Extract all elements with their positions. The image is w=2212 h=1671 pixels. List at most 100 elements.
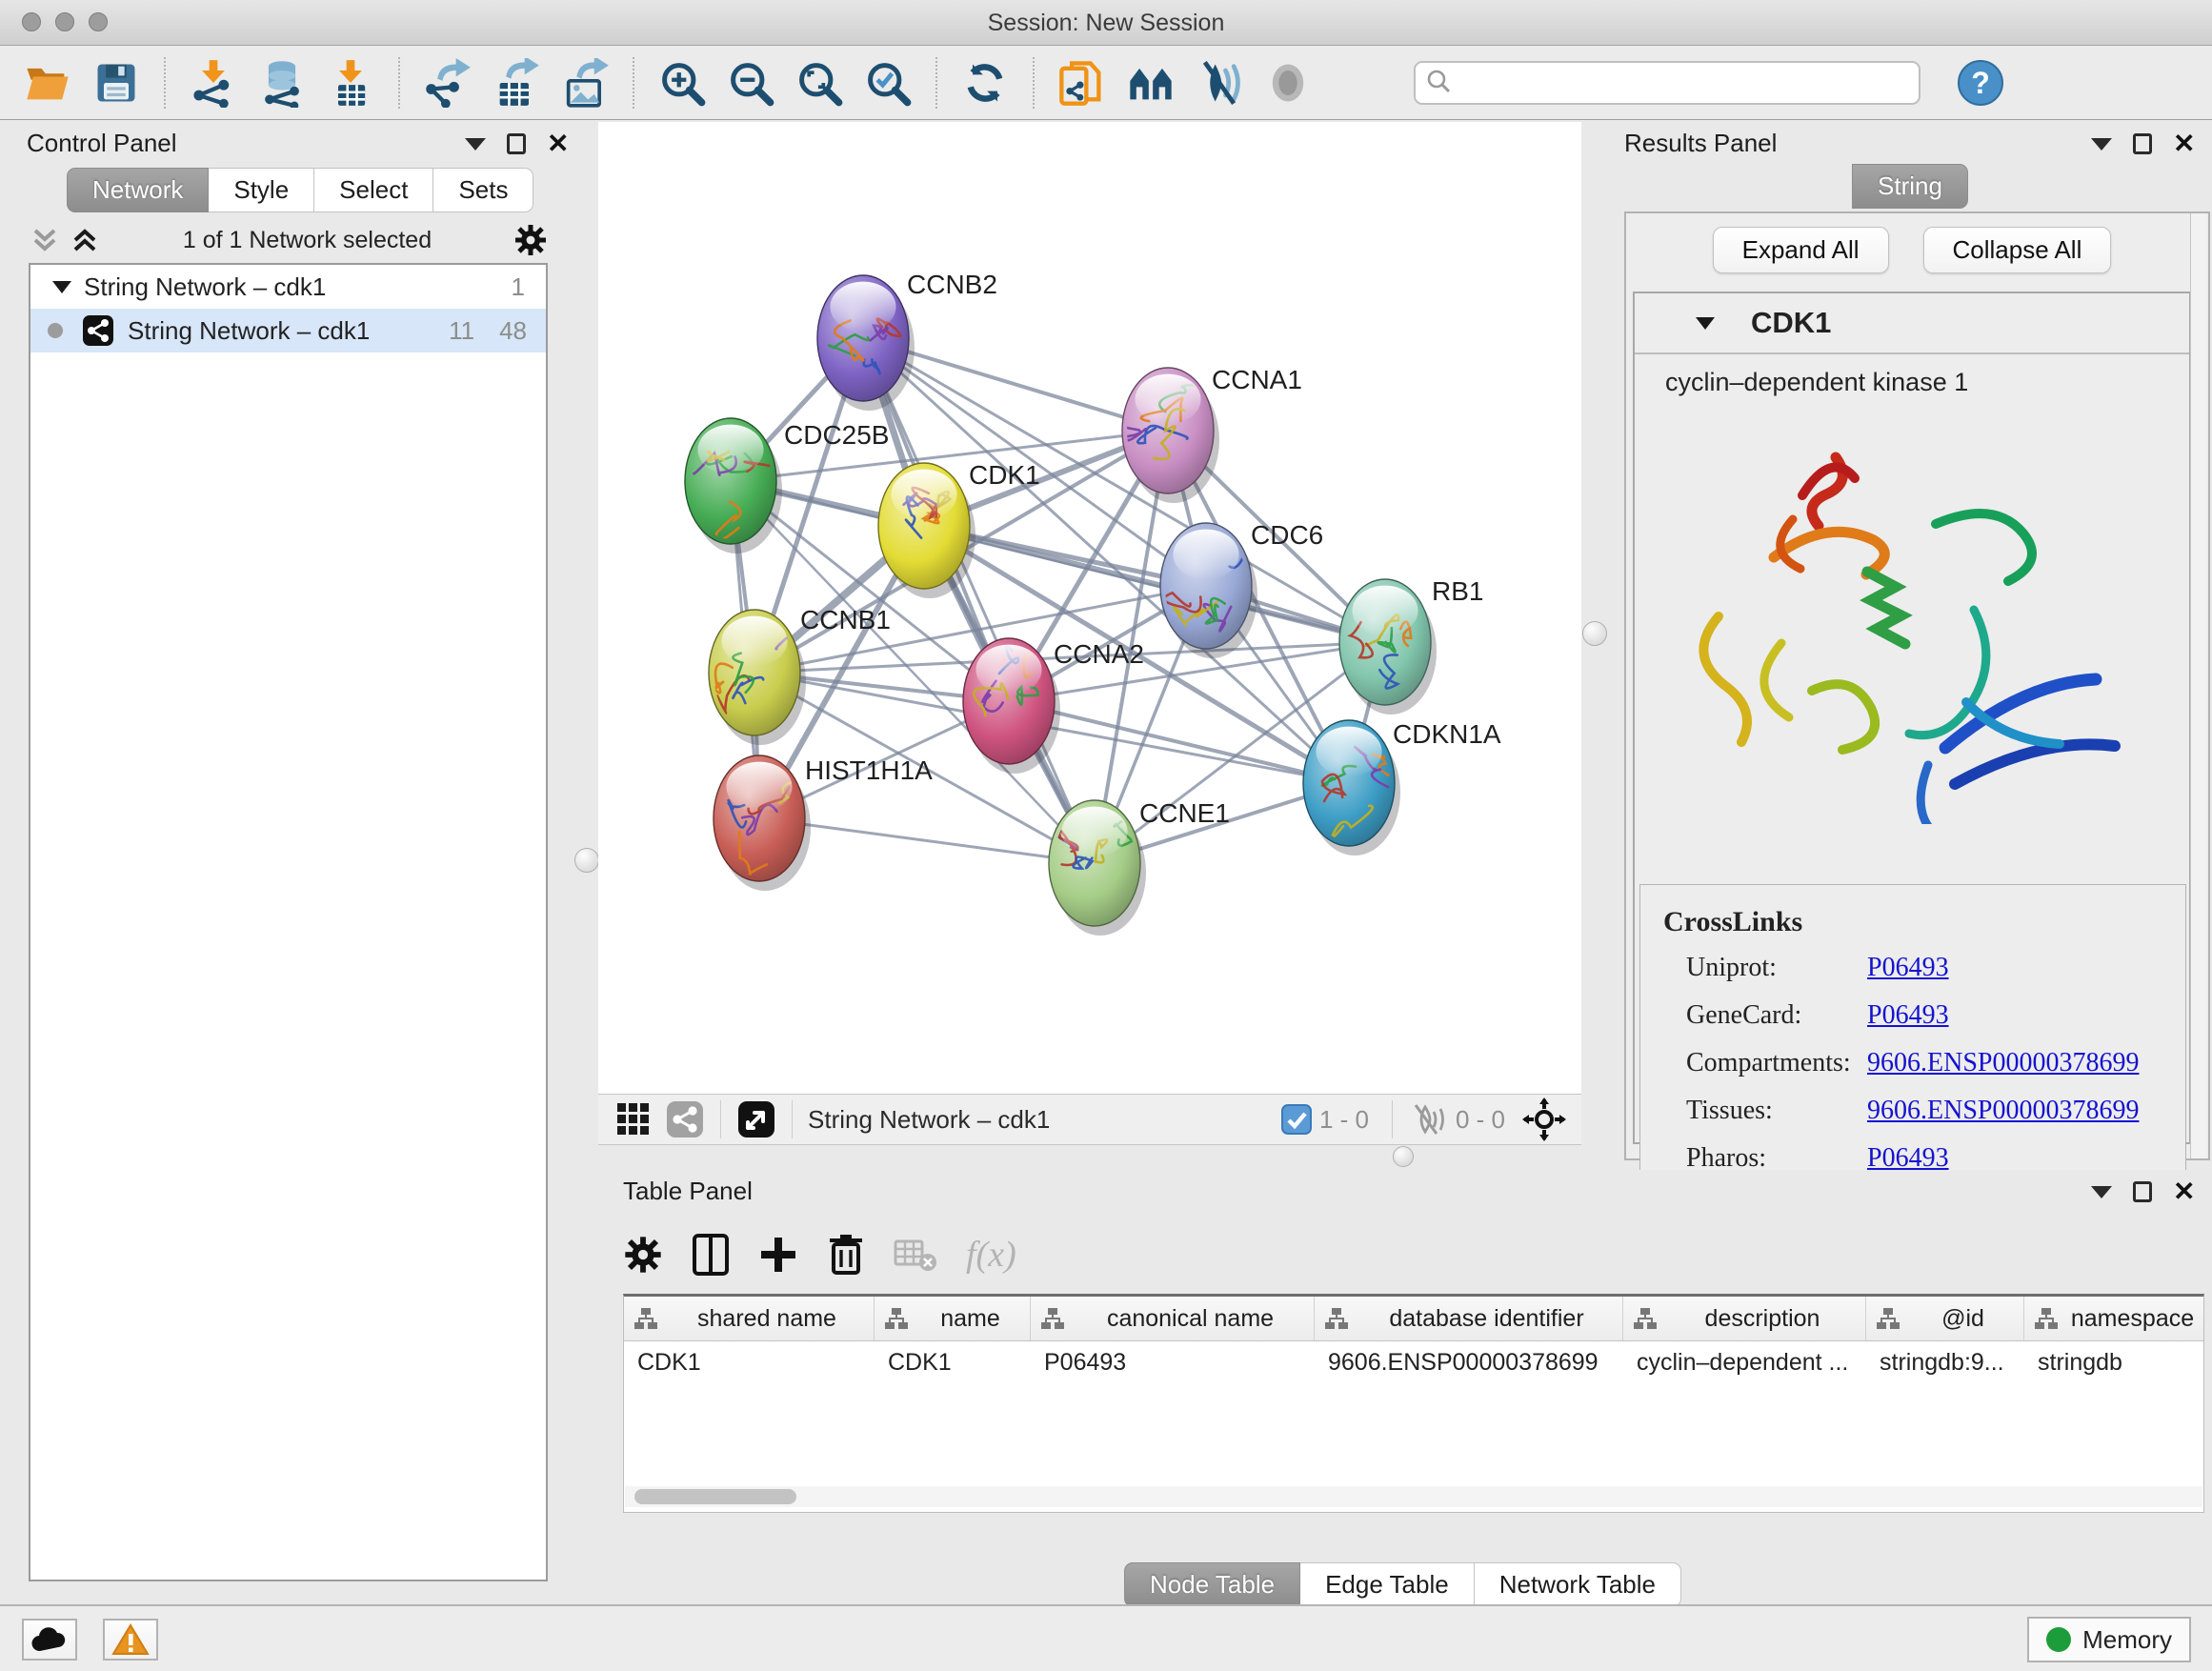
show-hide-panels-icon[interactable] <box>1126 58 1176 108</box>
right-splitter-handle[interactable] <box>1582 621 1607 646</box>
panel-menu-icon[interactable] <box>465 138 486 151</box>
table-gear-icon[interactable] <box>623 1235 663 1275</box>
crosslink-link[interactable]: 9606.ENSP00000378699 <box>1867 1096 2139 1126</box>
column-header-database-identifier[interactable]: database identifier <box>1315 1297 1623 1340</box>
tab-select[interactable]: Select <box>314 168 433 212</box>
search-input[interactable] <box>1414 61 1920 105</box>
delete-column-icon[interactable] <box>827 1233 865 1277</box>
table-row[interactable]: CDK1CDK1P064939606.ENSP00000378699cyclin… <box>624 1341 2203 1383</box>
column-header-shared-name[interactable]: shared name <box>624 1297 875 1340</box>
column-header-namespace[interactable]: namespace <box>2024 1297 2204 1340</box>
help-icon[interactable]: ? <box>1957 59 2004 107</box>
export-table-icon[interactable] <box>492 58 541 108</box>
open-session-icon[interactable] <box>23 58 72 108</box>
tree-expander-icon[interactable] <box>51 278 72 295</box>
network-canvas[interactable]: CCNB2CCNA1CDC25BCDK1CDC6RB1CCNB1CCNA2CDK… <box>598 122 1581 1094</box>
table-cell[interactable]: CDK1 <box>624 1349 875 1377</box>
birdseye-grid-icon[interactable] <box>615 1101 652 1137</box>
table-cell[interactable]: cyclin–dependent ... <box>1623 1349 1866 1377</box>
show-columns-icon[interactable] <box>692 1233 730 1277</box>
column-header-canonical-name[interactable]: canonical name <box>1031 1297 1315 1340</box>
export-image-icon[interactable] <box>560 58 610 108</box>
zoom-selected-icon[interactable] <box>863 58 913 108</box>
selected-checkbox-icon[interactable] <box>1281 1104 1312 1135</box>
network-node-RB1[interactable] <box>1339 579 1437 715</box>
table-hscrollbar[interactable] <box>625 1486 2202 1507</box>
node-result-header[interactable]: CDK1 <box>1635 293 2189 354</box>
crosslink-link[interactable]: P06493 <box>1867 953 1949 983</box>
column-header-@id[interactable]: @id <box>1866 1297 2024 1340</box>
fit-selected-crosshair-icon[interactable] <box>1522 1097 1566 1141</box>
tab-network-table[interactable]: Network Table <box>1475 1562 1681 1607</box>
zoom-out-icon[interactable] <box>726 58 775 108</box>
export-network-icon[interactable] <box>423 58 473 108</box>
table-cell[interactable]: P06493 <box>1031 1349 1315 1377</box>
panel-close-icon[interactable]: ✕ <box>2173 133 2195 154</box>
results-scrollbar[interactable] <box>2190 213 2206 1158</box>
panel-close-icon[interactable]: ✕ <box>2173 1181 2195 1202</box>
tab-string[interactable]: String <box>1852 164 1968 209</box>
network-node-CDC6[interactable] <box>1160 523 1264 658</box>
import-network-icon[interactable] <box>189 58 238 108</box>
tab-edge-table[interactable]: Edge Table <box>1300 1562 1475 1607</box>
node-label-CCNB1: CCNB1 <box>800 605 891 634</box>
warnings-button[interactable] <box>103 1619 158 1661</box>
network-node-HIST1H1A[interactable] <box>714 755 811 891</box>
tab-sets[interactable]: Sets <box>433 168 533 212</box>
zoom-fit-icon[interactable] <box>794 58 844 108</box>
table-toolbar: f(x) <box>623 1219 2195 1290</box>
save-session-icon[interactable] <box>91 58 141 108</box>
import-database-icon[interactable] <box>257 58 307 108</box>
bottom-splitter-handle[interactable] <box>1393 1146 1414 1167</box>
gear-icon[interactable] <box>513 223 548 257</box>
column-header-description[interactable]: description <box>1623 1297 1866 1340</box>
network-node-CDKN1A[interactable] <box>1303 720 1400 856</box>
column-header-name[interactable]: name <box>875 1297 1031 1340</box>
tab-node-table[interactable]: Node Table <box>1124 1562 1300 1607</box>
left-splitter-handle[interactable] <box>574 848 599 873</box>
clone-network-icon[interactable] <box>1057 58 1107 108</box>
network-selection-status: 1 of 1 Network selected <box>101 227 513 254</box>
crosslink-label: Compartments: <box>1686 1048 1867 1078</box>
collapse-all-icon[interactable] <box>69 225 101 255</box>
zoom-in-icon[interactable] <box>657 58 707 108</box>
panel-close-icon[interactable]: ✕ <box>547 133 569 154</box>
table-cell[interactable]: stringdb <box>2024 1349 2204 1377</box>
network-node-CCNA1[interactable] <box>1118 368 1219 503</box>
expand-all-button[interactable]: Expand All <box>1713 227 1889 273</box>
network-graph[interactable]: CCNB2CCNA1CDC25BCDK1CDC6RB1CCNB1CCNA2CDK… <box>598 122 1581 1094</box>
panel-float-icon[interactable] <box>2133 133 2152 154</box>
network-node-CCNB2[interactable] <box>817 275 915 411</box>
network-label: String Network – cdk1 <box>128 316 449 346</box>
hidden-eye-icon[interactable] <box>1408 1103 1448 1136</box>
network-row[interactable]: String Network – cdk1 11 48 <box>30 309 546 352</box>
cloud-button[interactable] <box>22 1619 77 1661</box>
expand-all-icon[interactable] <box>29 225 61 255</box>
network-collection-row[interactable]: String Network – cdk1 1 <box>30 265 546 309</box>
panel-menu-icon[interactable] <box>2091 1186 2112 1198</box>
tab-network[interactable]: Network <box>67 168 209 212</box>
memory-button[interactable]: Memory <box>2027 1617 2191 1662</box>
collapse-all-button[interactable]: Collapse All <box>1923 227 2112 273</box>
render-detail-icon[interactable] <box>1263 58 1313 108</box>
refresh-icon[interactable] <box>960 58 1010 108</box>
open-in-window-icon[interactable] <box>736 1099 776 1139</box>
hide-details-icon[interactable] <box>1195 58 1244 108</box>
add-column-icon[interactable] <box>758 1235 798 1275</box>
crosslink-link[interactable]: 9606.ENSP00000378699 <box>1867 1048 2139 1078</box>
import-table-icon[interactable] <box>326 58 375 108</box>
entry-expander-icon[interactable] <box>1694 313 1717 332</box>
crosslink-row: Compartments:9606.ENSP00000378699 <box>1640 1039 2185 1087</box>
table-cell[interactable]: 9606.ENSP00000378699 <box>1315 1349 1623 1377</box>
table-cell[interactable]: stringdb:9... <box>1866 1349 2024 1377</box>
table-hscroll-thumb[interactable] <box>634 1489 796 1504</box>
network-share-icon[interactable] <box>665 1099 705 1139</box>
panel-menu-icon[interactable] <box>2091 138 2112 151</box>
tab-style[interactable]: Style <box>209 168 314 212</box>
panel-float-icon[interactable] <box>2133 1181 2152 1202</box>
window-title: Session: New Session <box>0 10 2212 37</box>
crosslink-link[interactable]: P06493 <box>1867 1000 1949 1031</box>
node-label-CCNA2: CCNA2 <box>1054 639 1144 669</box>
panel-float-icon[interactable] <box>507 133 526 154</box>
table-cell[interactable]: CDK1 <box>875 1349 1031 1377</box>
